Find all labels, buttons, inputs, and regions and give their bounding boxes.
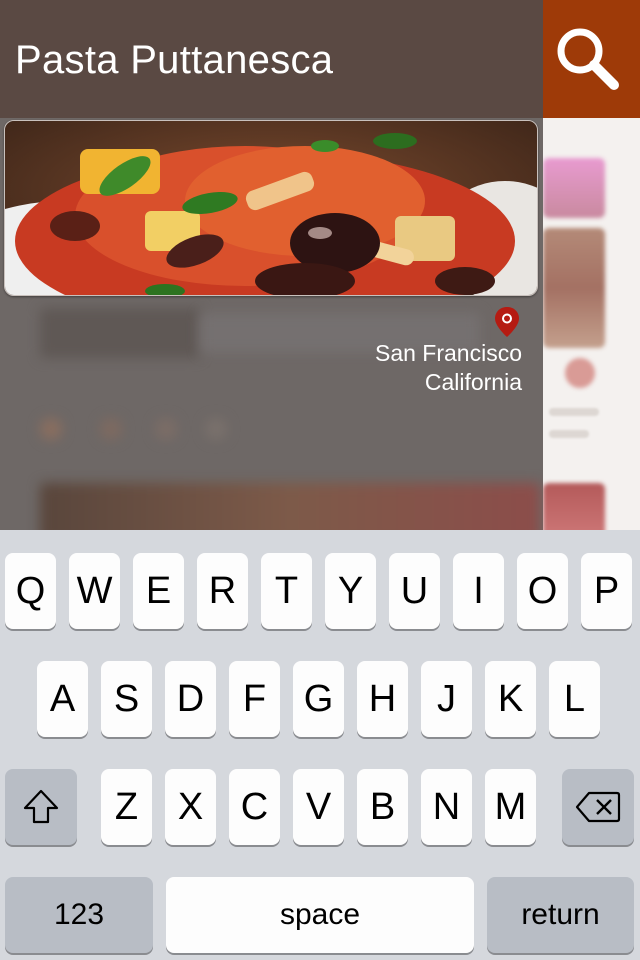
next-card-strip[interactable] [543, 118, 640, 530]
key-g[interactable]: G [293, 661, 344, 737]
strip-text-line [549, 430, 589, 438]
key-b[interactable]: B [357, 769, 408, 845]
key-v[interactable]: V [293, 769, 344, 845]
key-a[interactable]: A [37, 661, 88, 737]
blurred-icon [155, 418, 177, 440]
key-w[interactable]: W [69, 553, 120, 629]
app-screen: Pasta Puttanesca San Francisco Californi… [0, 0, 640, 530]
backspace-icon [575, 791, 621, 823]
key-h[interactable]: H [357, 661, 408, 737]
search-icon [557, 28, 619, 90]
key-m[interactable]: M [485, 769, 536, 845]
location-state: California [424, 369, 522, 395]
shift-icon [23, 789, 59, 824]
blurred-text-block [40, 308, 200, 358]
strip-thumbnail [565, 358, 595, 388]
page-title: Pasta Puttanesca [15, 38, 334, 82]
key-j[interactable]: J [421, 661, 472, 737]
delete-key[interactable] [562, 769, 634, 845]
key-q[interactable]: Q [5, 553, 56, 629]
blurred-icon [100, 418, 122, 440]
key-d[interactable]: D [165, 661, 216, 737]
strip-thumbnail [543, 158, 605, 218]
on-screen-keyboard: Q W E R T Y U I O P A S D F G H J K L Z … [0, 530, 640, 960]
pasta-dish-image [5, 121, 537, 295]
key-f[interactable]: F [229, 661, 280, 737]
numbers-key[interactable]: 123 [5, 877, 153, 953]
header-bar: Pasta Puttanesca [0, 0, 543, 118]
key-r[interactable]: R [197, 553, 248, 629]
strip-thumbnail [543, 483, 605, 530]
key-s[interactable]: S [101, 661, 152, 737]
strip-thumbnail [543, 228, 605, 348]
strip-text-line [549, 408, 599, 416]
return-key[interactable]: return [487, 877, 634, 953]
blurred-icon [205, 418, 227, 440]
key-k[interactable]: K [485, 661, 536, 737]
recipe-photo[interactable] [4, 120, 538, 296]
search-button[interactable] [543, 0, 640, 118]
blurred-icon [40, 418, 62, 440]
key-t[interactable]: T [261, 553, 312, 629]
key-l[interactable]: L [549, 661, 600, 737]
key-i[interactable]: I [453, 553, 504, 629]
space-key[interactable]: space [166, 877, 474, 953]
location-city: San Francisco [374, 340, 522, 366]
key-x[interactable]: X [165, 769, 216, 845]
location-pin-icon [495, 307, 519, 337]
blurred-image [40, 483, 540, 530]
key-p[interactable]: P [581, 553, 632, 629]
key-n[interactable]: N [421, 769, 472, 845]
shift-key[interactable] [5, 769, 77, 845]
key-e[interactable]: E [133, 553, 184, 629]
key-u[interactable]: U [389, 553, 440, 629]
key-c[interactable]: C [229, 769, 280, 845]
key-o[interactable]: O [517, 553, 568, 629]
key-y[interactable]: Y [325, 553, 376, 629]
key-z[interactable]: Z [101, 769, 152, 845]
